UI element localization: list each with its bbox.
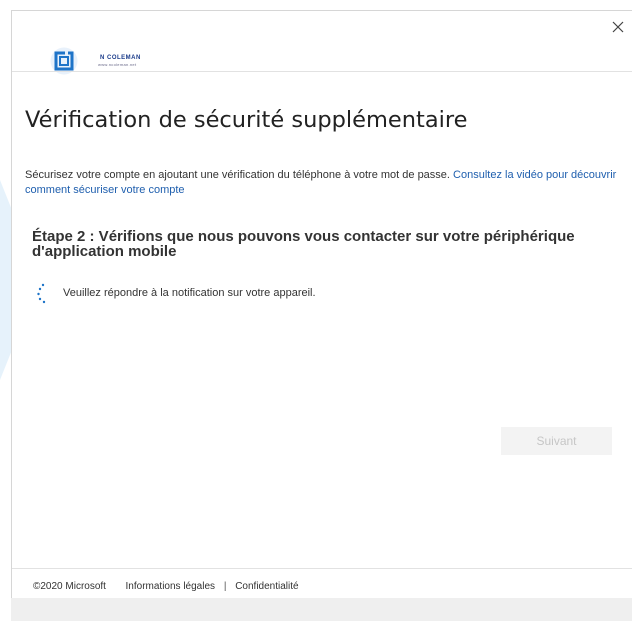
- notification-instruction: Veuillez répondre à la notification sur …: [63, 287, 316, 299]
- loading-spinner-icon: [37, 283, 46, 304]
- footer: ©2020 Microsoft Informations légales | C…: [33, 581, 299, 592]
- brand-name: N COLEMAN: [100, 55, 141, 61]
- footer-separator: |: [223, 581, 227, 592]
- security-verification-dialog: N COLEMAN www.ncoleman.net Vérification …: [11, 10, 632, 598]
- next-button[interactable]: Suivant: [501, 427, 612, 455]
- brand-tagline: www.ncoleman.net: [98, 62, 137, 67]
- copyright-text: ©2020 Microsoft: [33, 581, 106, 592]
- brand-logo: N COLEMAN www.ncoleman.net: [50, 47, 170, 77]
- intro-paragraph: Sécurisez votre compte en ajoutant une v…: [25, 168, 625, 198]
- screen: N COLEMAN www.ncoleman.net Vérification …: [0, 0, 632, 621]
- privacy-link[interactable]: Confidentialité: [235, 581, 298, 592]
- bottom-bar: [11, 598, 632, 621]
- legal-link[interactable]: Informations légales: [126, 581, 216, 592]
- step-heading: Étape 2 : Vérifions que nous pouvons vou…: [32, 228, 575, 260]
- close-icon[interactable]: [610, 19, 626, 35]
- page-title: Vérification de sécurité supplémentaire: [25, 107, 468, 133]
- header-divider: [12, 71, 632, 72]
- intro-text: Sécurisez votre compte en ajoutant une v…: [25, 169, 454, 181]
- footer-divider: [12, 568, 632, 569]
